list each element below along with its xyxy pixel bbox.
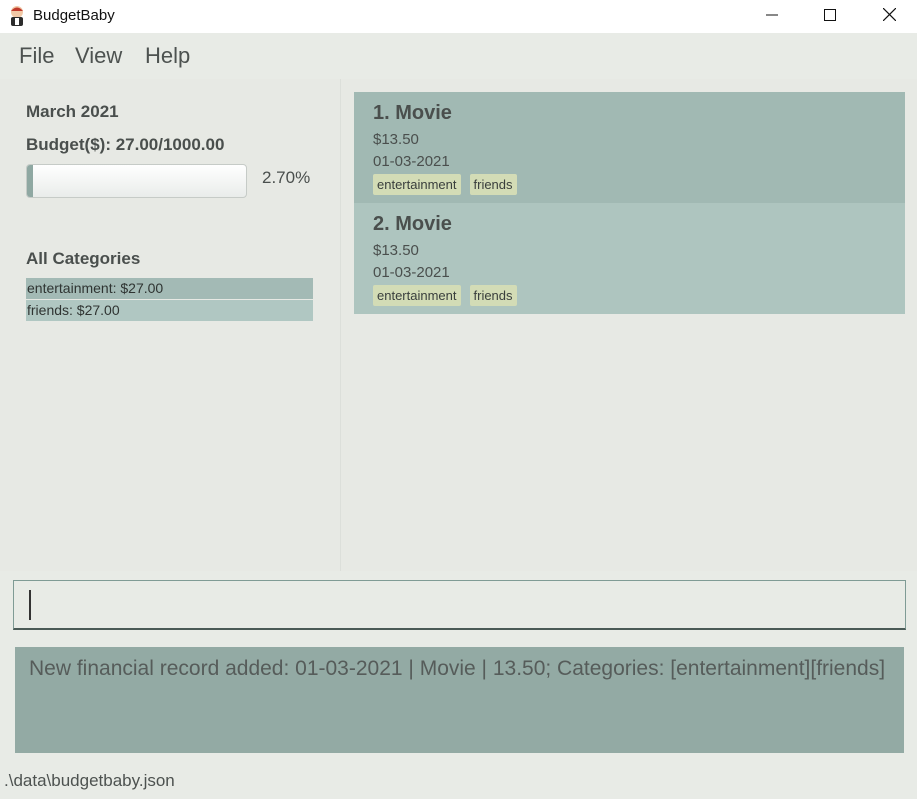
menu-view[interactable]: View bbox=[75, 43, 122, 69]
category-tag: friends bbox=[469, 174, 517, 195]
maximize-button[interactable] bbox=[807, 0, 853, 33]
budget-summary: Budget($): 27.00/1000.00 bbox=[26, 135, 225, 154]
window-title: BudgetBaby bbox=[33, 7, 115, 24]
title-bar: BudgetBaby bbox=[0, 0, 917, 33]
result-display: New financial record added: 01-03-2021 |… bbox=[15, 647, 904, 753]
status-bar: .\data\budgetbaby.json bbox=[0, 762, 917, 799]
record-title: 1. Movie bbox=[373, 102, 452, 124]
close-icon bbox=[882, 7, 896, 26]
record-card[interactable]: 2. Movie $13.50 01-03-2021 entertainment… bbox=[354, 203, 905, 314]
record-date: 01-03-2021 bbox=[373, 264, 450, 281]
category-tag: entertainment bbox=[373, 174, 461, 195]
record-list: 1. Movie $13.50 01-03-2021 entertainment… bbox=[341, 79, 917, 571]
menu-file[interactable]: File bbox=[19, 43, 54, 69]
menu-help[interactable]: Help bbox=[145, 43, 190, 69]
budget-progress-fill bbox=[27, 165, 33, 197]
record-date: 01-03-2021 bbox=[373, 153, 450, 170]
maximize-icon bbox=[824, 8, 836, 26]
minimize-button[interactable] bbox=[749, 0, 795, 33]
record-amount: $13.50 bbox=[373, 242, 419, 259]
record-card[interactable]: 1. Movie $13.50 01-03-2021 entertainment… bbox=[354, 92, 905, 203]
menu-bar: File View Help bbox=[0, 34, 917, 78]
category-tag: entertainment bbox=[373, 285, 461, 306]
close-button[interactable] bbox=[866, 0, 912, 33]
minimize-icon bbox=[766, 8, 778, 26]
result-message: New financial record added: 01-03-2021 |… bbox=[29, 657, 886, 680]
budget-month: March 2021 bbox=[26, 102, 119, 121]
budget-panel: March 2021 Budget($): 27.00/1000.00 2.70… bbox=[0, 79, 341, 571]
command-input[interactable] bbox=[13, 580, 906, 630]
category-item[interactable]: friends: $27.00 bbox=[26, 300, 313, 321]
record-tags: entertainment friends bbox=[373, 174, 517, 195]
record-title: 2. Movie bbox=[373, 213, 452, 235]
budget-progress-bar bbox=[26, 164, 247, 198]
category-tag: friends bbox=[469, 285, 517, 306]
record-amount: $13.50 bbox=[373, 131, 419, 148]
budget-percent: 2.70% bbox=[262, 168, 311, 187]
category-list: entertainment: $27.00 friends: $27.00 bbox=[26, 278, 313, 322]
category-item[interactable]: entertainment: $27.00 bbox=[26, 278, 313, 299]
text-caret bbox=[29, 590, 31, 620]
baby-icon bbox=[8, 5, 26, 27]
record-tags: entertainment friends bbox=[373, 285, 517, 306]
data-file-path: .\data\budgetbaby.json bbox=[4, 771, 175, 790]
categories-title: All Categories bbox=[26, 249, 141, 268]
